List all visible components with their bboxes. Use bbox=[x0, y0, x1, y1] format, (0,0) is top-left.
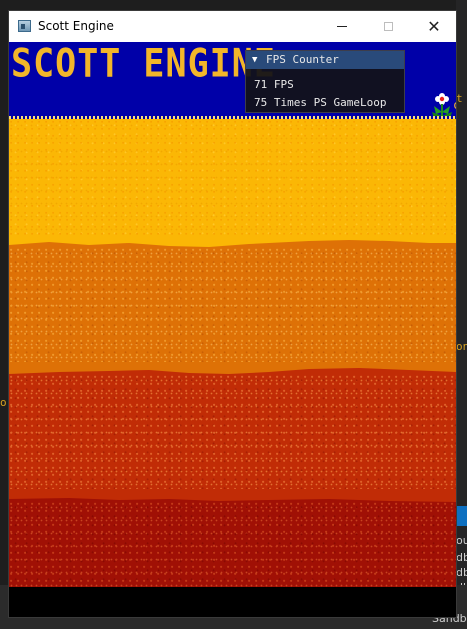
minimize-icon bbox=[337, 26, 347, 27]
fps-value: 71 FPS bbox=[254, 78, 294, 91]
terrain-layer-darkred bbox=[9, 489, 456, 587]
ide-list-item[interactable]: db bbox=[456, 551, 467, 564]
game-viewport[interactable]: SCOTT ENGINE c bbox=[9, 42, 456, 617]
ide-side-text: on bbox=[456, 340, 467, 353]
gameloop-rate: 75 Times PS GameLoop bbox=[254, 96, 387, 109]
fps-counter-panel[interactable]: ▼ FPS Counter 71 FPS 75 Times PS GameLoo… bbox=[245, 50, 405, 113]
terrain-layer-yellow bbox=[9, 119, 456, 244]
window-title: Scott Engine bbox=[38, 19, 114, 33]
ide-blue-button[interactable] bbox=[456, 506, 467, 526]
close-icon: ✕ bbox=[427, 17, 441, 36]
viewport-bottom-bar bbox=[9, 587, 456, 617]
fps-counter-title: FPS Counter bbox=[266, 53, 339, 66]
fps-counter-header[interactable]: ▼ FPS Counter bbox=[246, 51, 404, 69]
game-window: Scott Engine ✕ SCOTT ENGINE c bbox=[9, 11, 456, 617]
ide-list-item[interactable]: ou bbox=[456, 534, 467, 547]
minimize-button[interactable] bbox=[319, 11, 365, 42]
terrain-layer-red bbox=[9, 362, 456, 502]
maximize-button[interactable] bbox=[365, 11, 411, 42]
collapse-triangle-icon[interactable]: ▼ bbox=[252, 51, 257, 69]
close-button[interactable]: ✕ bbox=[411, 11, 457, 42]
game-logo: SCOTT ENGINE bbox=[11, 42, 276, 87]
edge-text: c bbox=[453, 98, 456, 112]
ide-left-text: o bbox=[0, 396, 7, 409]
window-titlebar[interactable]: Scott Engine ✕ bbox=[9, 11, 456, 42]
ide-side-text: t bbox=[456, 92, 463, 105]
flower-sprite bbox=[432, 93, 452, 118]
maximize-icon bbox=[383, 22, 393, 31]
terrain-layer-orange bbox=[9, 235, 456, 375]
ide-list-item[interactable]: db bbox=[456, 566, 467, 579]
app-icon bbox=[18, 20, 31, 32]
